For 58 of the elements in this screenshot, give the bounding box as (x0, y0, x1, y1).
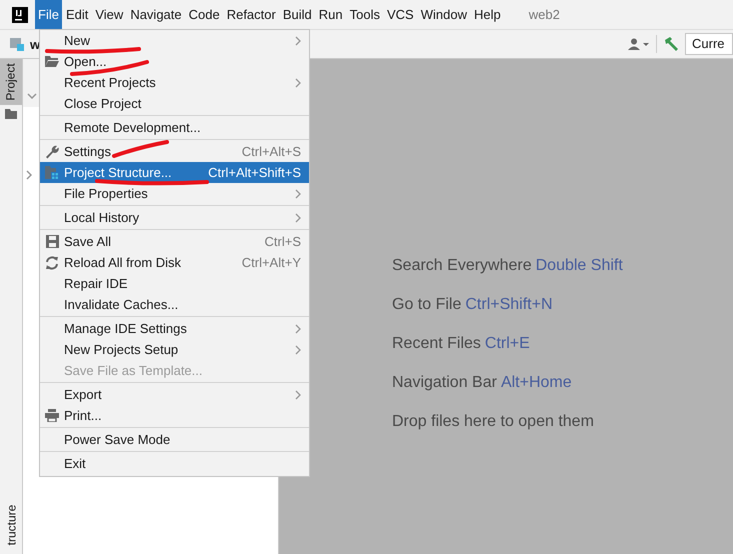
project-name: web2 (528, 7, 560, 22)
user-dropdown-icon[interactable] (628, 38, 650, 50)
menu-item[interactable]: Window (418, 0, 470, 29)
hint-shortcut: Double Shift (536, 257, 623, 274)
run-config-field[interactable]: Curre (685, 33, 733, 55)
menu-entry[interactable]: File Properties (40, 183, 309, 204)
menu-entry[interactable]: Invalidate Caches... (40, 294, 309, 315)
menu-entry[interactable]: Remote Development... (40, 117, 309, 138)
menu-item[interactable]: Edit (62, 0, 92, 29)
menu-entry[interactable]: Print... (40, 405, 309, 426)
menu-item[interactable]: Help (470, 0, 504, 29)
folder-icon (5, 109, 17, 119)
menu-entry[interactable]: Export (40, 384, 309, 405)
menu-item[interactable]: Navigate (127, 0, 185, 29)
module-icon (10, 37, 24, 51)
menu-item[interactable]: VCS (384, 0, 417, 29)
app-logo-icon (12, 6, 28, 22)
save-icon (46, 235, 58, 248)
project-tab[interactable]: Project (0, 59, 22, 105)
menu-entry[interactable]: Save All Ctrl+S (40, 231, 309, 252)
hint-shortcut: Ctrl+Shift+N (465, 296, 552, 313)
menu-item[interactable]: Build (280, 0, 315, 29)
annotation-stroke (112, 140, 169, 158)
menu-entry[interactable]: Reload All from Disk Ctrl+Alt+Y (40, 252, 309, 273)
menu-item[interactable]: Tools (346, 0, 383, 29)
hint-text: Search Everywhere (392, 257, 532, 274)
printer-icon (45, 409, 59, 422)
menu-item[interactable]: Code (186, 0, 223, 29)
chevron-right-icon[interactable] (26, 170, 32, 180)
menu-entry[interactable]: Repair IDE (40, 273, 309, 294)
menu-entry[interactable]: Close Project (40, 93, 309, 114)
hint-shortcut: Ctrl+E (484, 335, 530, 352)
structure-tab[interactable]: tructure (0, 496, 22, 554)
menu-entry[interactable]: New Projects Setup (40, 339, 309, 360)
hint-text: Go to File (392, 296, 462, 313)
menu-entry[interactable]: Power Save Mode (40, 429, 309, 450)
wrench-icon (45, 144, 59, 158)
hint-text: Recent Files (392, 335, 481, 352)
menu-entry[interactable]: Open... (40, 51, 309, 72)
menu-entry[interactable]: Settings Ctrl+Alt+S (40, 141, 309, 162)
menu-entry[interactable]: Local History (40, 207, 309, 228)
hint-text: Navigation Bar (392, 374, 497, 391)
menu-entry[interactable]: New (40, 30, 309, 51)
menu-item[interactable]: View (92, 0, 126, 29)
menu-entry[interactable]: Manage IDE Settings (40, 318, 309, 339)
menu-entry[interactable]: Recent Projects (40, 72, 309, 93)
menu-item[interactable]: Refactor (224, 0, 279, 29)
menu-item[interactable]: File (35, 0, 62, 29)
menu-entry[interactable]: Exit (40, 453, 309, 474)
hammer-icon[interactable] (663, 36, 679, 52)
menu-item[interactable]: Run (316, 0, 346, 29)
folder-grid-icon (45, 166, 59, 179)
reload-icon (45, 256, 59, 270)
chevron-down-icon[interactable] (27, 93, 37, 99)
hint-shortcut: Alt+Home (500, 374, 572, 391)
folder-icon (45, 56, 59, 67)
menu-entry[interactable]: Project Structure... Ctrl+Alt+Shift+S (40, 162, 309, 183)
hint-text: Drop files here to open them (392, 413, 594, 430)
